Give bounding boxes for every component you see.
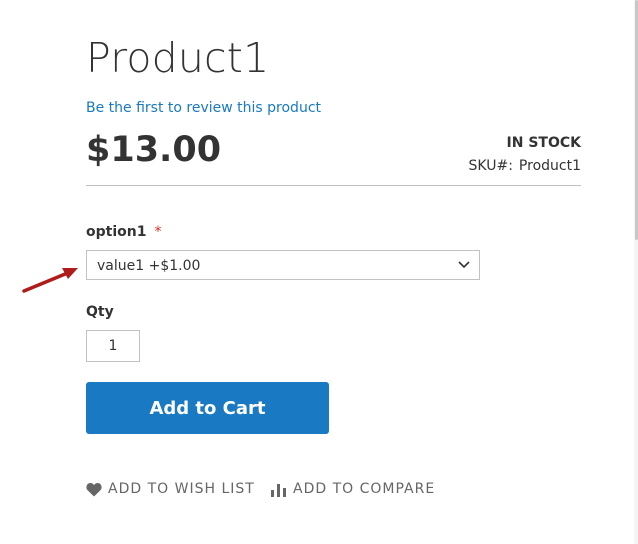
add-to-compare-link[interactable]: ADD TO COMPARE [270,480,435,498]
stock-status: IN STOCK [506,135,581,151]
add-to-cart-button[interactable]: Add to Cart [86,382,329,434]
compare-label: ADD TO COMPARE [293,481,436,497]
qty-input[interactable] [86,330,140,362]
qty-label: Qty [86,304,114,320]
sku-value: Product1 [518,158,581,174]
option1-select[interactable]: value1 +$1.00 [86,250,480,280]
review-link[interactable]: Be the first to review this product [86,99,321,117]
option1-selected-value: value1 +$1.00 [97,258,201,274]
sku-line: SKU#: Product1 [469,157,581,175]
product-page: Product1 Be the first to review this pro… [0,0,638,544]
heart-icon [86,482,102,496]
sku-label: SKU#: [468,158,513,174]
wishlist-label: ADD TO WISH LIST [108,481,255,497]
product-price: $13.00 [86,130,222,170]
required-marker: * [154,224,162,240]
product-title: Product1 [86,34,270,82]
bar-chart-icon [271,483,286,497]
chevron-down-icon [458,261,470,269]
red-arrow-annotation [22,268,78,293]
scrollbar-track[interactable] [634,0,638,544]
option-label-text: option1 [86,224,147,240]
option-label: option1 * [86,223,161,241]
add-to-wishlist-link[interactable]: ADD TO WISH LIST [86,480,255,498]
divider [86,185,581,186]
